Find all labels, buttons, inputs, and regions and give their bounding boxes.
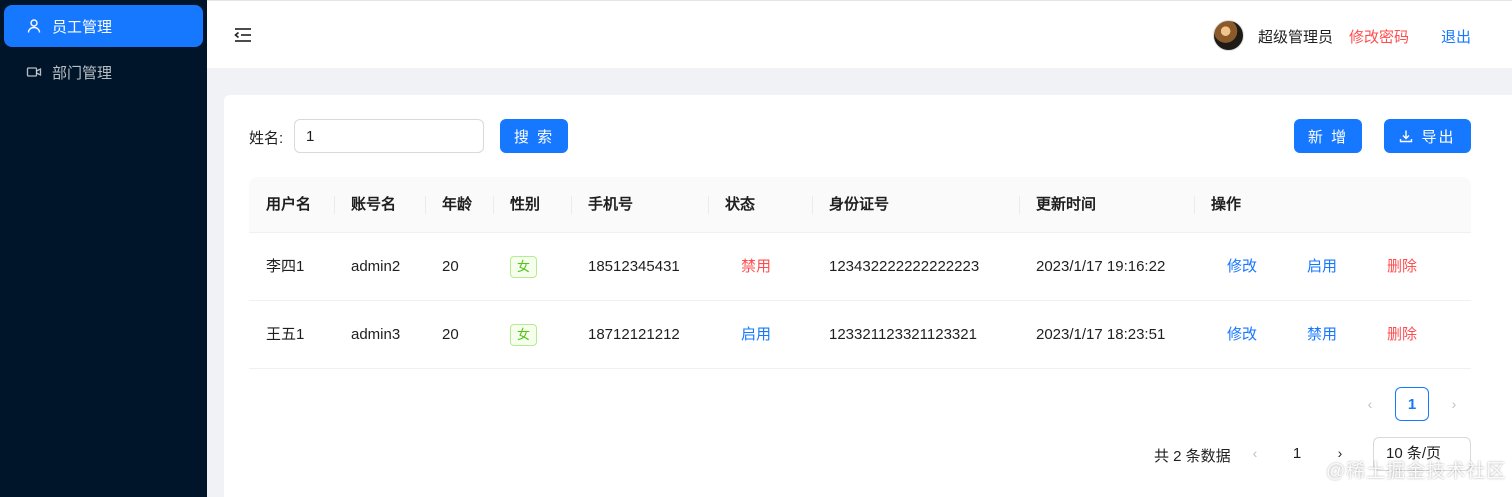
- cell-updated-time: 2023/1/17 18:23:51: [1036, 326, 1166, 343]
- column-header: 用户名: [266, 196, 312, 213]
- column-divider: [708, 196, 709, 214]
- column-divider: [334, 196, 335, 214]
- column-divider: [493, 196, 494, 214]
- cell-phone: 18512345431: [588, 258, 680, 275]
- page-1-button[interactable]: 1: [1395, 387, 1429, 421]
- menu-fold-icon[interactable]: [233, 26, 253, 44]
- column-divider: [1194, 196, 1195, 214]
- change-password-link[interactable]: 修改密码: [1349, 26, 1409, 47]
- edit-link[interactable]: 修改: [1227, 233, 1257, 301]
- gender-tag: 女: [510, 256, 538, 278]
- disable-link[interactable]: 禁用: [1307, 301, 1337, 369]
- top-header: 超级管理员 修改密码 退出: [207, 0, 1512, 68]
- sidebar-item-label: 员工管理: [52, 18, 113, 36]
- status-text: 启用: [741, 326, 772, 343]
- page-number[interactable]: 1: [1284, 445, 1310, 462]
- column-header: 账号名: [351, 196, 397, 213]
- delete-link[interactable]: 删除: [1387, 233, 1417, 301]
- cell-username: 李四1: [266, 258, 305, 275]
- cell-account: admin2: [351, 258, 401, 275]
- column-divider: [425, 196, 426, 214]
- table-row: 王五1 admin3 20 女 18712121212 启用 123321123…: [249, 301, 1471, 369]
- column-divider: [571, 196, 572, 214]
- cell-updated-time: 2023/1/17 19:16:22: [1036, 258, 1166, 275]
- delete-link[interactable]: 删除: [1387, 301, 1417, 369]
- table-row: 李四1 admin2 20 女 18512345431 禁用 123432222…: [249, 233, 1471, 301]
- status-text: 禁用: [741, 258, 772, 275]
- cell-age: 20: [442, 326, 459, 343]
- prev-page-icon[interactable]: ‹: [1243, 437, 1267, 469]
- column-header: 年龄: [442, 196, 473, 213]
- column-header: 操作: [1211, 196, 1242, 213]
- download-icon: [1400, 130, 1413, 143]
- column-header: 状态: [725, 196, 756, 213]
- cell-username: 王五1: [266, 326, 305, 343]
- next-page-icon[interactable]: ›: [1442, 388, 1466, 420]
- username: 超级管理员: [1258, 29, 1334, 46]
- employee-table: 用户名 账号名 年龄 性别 手机号 状态 身份证号 更新时间 操作 李四1 ad…: [249, 177, 1471, 369]
- cell-age: 20: [442, 258, 459, 275]
- sidebar-item-employee[interactable]: 员工管理: [4, 5, 203, 47]
- sidebar-item-label: 部门管理: [52, 64, 113, 82]
- sidebar-item-department[interactable]: 部门管理: [4, 51, 203, 93]
- table-header: 用户名 账号名 年龄 性别 手机号 状态 身份证号 更新时间 操作: [249, 177, 1471, 233]
- watermark-text: @稀土掘金技术社区: [1326, 461, 1507, 482]
- avatar[interactable]: [1213, 20, 1244, 51]
- cell-id-number: 123321123321123321: [829, 326, 977, 343]
- export-button[interactable]: 导出: [1384, 119, 1471, 153]
- column-header: 性别: [510, 196, 541, 213]
- column-header: 更新时间: [1036, 196, 1097, 213]
- gender-tag: 女: [510, 324, 538, 346]
- sidebar: 员工管理 部门管理: [0, 0, 207, 497]
- column-header: 手机号: [588, 196, 634, 213]
- logout-link[interactable]: 退出: [1441, 26, 1471, 47]
- total-count-text: 共 2 条数据: [1154, 448, 1231, 465]
- column-divider: [812, 196, 813, 214]
- export-label: 导出: [1421, 128, 1456, 146]
- column-header: 身份证号: [829, 196, 890, 213]
- content-card: 姓名: 搜 索 新 增 导出 用户名 账号名 年龄 性别 手机号 状态 身份证号…: [224, 95, 1512, 497]
- prev-page-icon[interactable]: ‹: [1358, 388, 1382, 420]
- cell-account: admin3: [351, 326, 401, 343]
- user-icon: [26, 18, 42, 34]
- cell-phone: 18712121212: [588, 326, 680, 343]
- enable-link[interactable]: 启用: [1307, 233, 1337, 301]
- search-label: 姓名:: [249, 130, 284, 147]
- search-button[interactable]: 搜 索: [500, 119, 568, 153]
- cell-id-number: 123432222222222223: [829, 258, 980, 275]
- video-camera-icon: [26, 64, 42, 80]
- edit-link[interactable]: 修改: [1227, 301, 1257, 369]
- name-search-input[interactable]: [294, 119, 484, 153]
- column-divider: [1019, 196, 1020, 214]
- add-button[interactable]: 新 增: [1294, 119, 1362, 153]
